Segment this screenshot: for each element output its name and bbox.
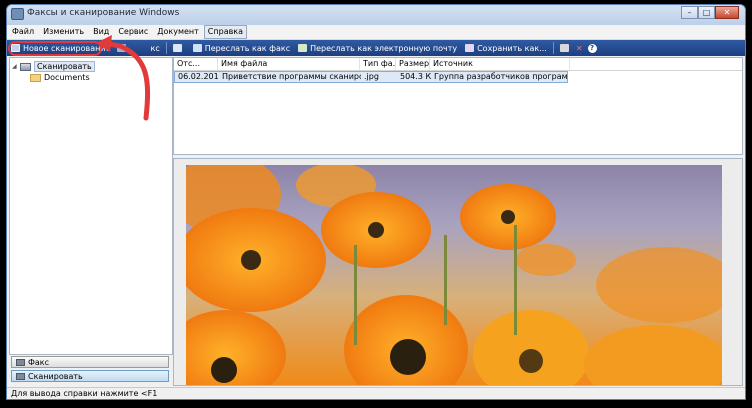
nav-scan-label: Сканировать bbox=[28, 371, 83, 381]
save-as-button[interactable]: Сохранить как... bbox=[461, 41, 551, 55]
window-title: Факсы и сканирование Windows bbox=[27, 8, 180, 18]
cell-source: Группа разработчиков программного ... bbox=[434, 72, 567, 81]
close-button[interactable]: ✕ bbox=[715, 6, 739, 19]
forward-email-label: Переслать как электронную почту bbox=[310, 43, 458, 53]
annotation-highlight bbox=[8, 41, 102, 56]
window-controls: – □ ✕ bbox=[681, 6, 739, 19]
flowers-photo bbox=[186, 165, 722, 385]
column-header-type[interactable]: Тип фа... bbox=[360, 58, 396, 70]
fax-icon bbox=[116, 44, 126, 52]
preview-image bbox=[186, 165, 722, 385]
scanner-icon bbox=[20, 62, 31, 71]
toolbar-divider bbox=[165, 42, 167, 54]
cell-type: .jpg bbox=[364, 72, 379, 81]
fax-doc-icon bbox=[172, 44, 182, 52]
menu-file[interactable]: Файл bbox=[8, 25, 38, 39]
print-button[interactable] bbox=[556, 41, 573, 55]
nav-scan[interactable]: Сканировать bbox=[11, 370, 169, 382]
print-icon bbox=[559, 44, 569, 52]
save-as-label: Сохранить как... bbox=[477, 43, 547, 53]
maximize-button[interactable]: □ bbox=[698, 6, 715, 19]
help-button[interactable]: ? bbox=[586, 41, 599, 55]
folder-tree: ◢ Сканировать Documents bbox=[9, 57, 173, 355]
toolbar: Новое сканирование кс Переслать как факс… bbox=[7, 40, 745, 56]
nav-fax[interactable]: Факс bbox=[11, 356, 169, 368]
file-list: Отс... Имя файла Тип фа... Размер Источн… bbox=[173, 57, 743, 155]
cell-filename: Приветствие программы сканирования bbox=[222, 72, 361, 81]
column-header-size[interactable]: Размер bbox=[396, 58, 430, 70]
tree-item-scan[interactable]: ◢ Сканировать bbox=[12, 61, 95, 72]
menu-view[interactable]: Вид bbox=[89, 25, 113, 39]
column-header-source[interactable]: Источник bbox=[430, 58, 570, 70]
app-icon bbox=[11, 8, 24, 20]
list-header: Отс... Имя файла Тип фа... Размер Источн… bbox=[174, 58, 742, 71]
status-text: Для вывода справки нажмите <F1 bbox=[11, 389, 158, 398]
forward-fax-label: Переслать как факс bbox=[204, 43, 291, 53]
forward-fax-button[interactable]: Переслать как факс bbox=[189, 41, 294, 55]
tree-item-label: Documents bbox=[44, 73, 90, 82]
nav-fax-label: Факс bbox=[28, 357, 50, 367]
forward-email-icon bbox=[298, 44, 308, 52]
minimize-button[interactable]: – bbox=[681, 6, 698, 19]
help-icon: ? bbox=[587, 43, 597, 53]
save-icon bbox=[465, 44, 475, 52]
column-header-date[interactable]: Отс... bbox=[174, 58, 218, 70]
collapse-icon[interactable]: ◢ bbox=[12, 63, 20, 70]
title-bar: Факсы и сканирование Windows – □ ✕ bbox=[7, 5, 745, 25]
column-header-filename[interactable]: Имя файла bbox=[218, 58, 360, 70]
preview-pane bbox=[173, 158, 743, 386]
app-window: Факсы и сканирование Windows – □ ✕ Файл … bbox=[6, 4, 746, 400]
tree-item-documents[interactable]: Documents bbox=[30, 73, 90, 82]
fax-icon bbox=[16, 358, 25, 366]
delete-button[interactable]: ✕ bbox=[573, 41, 586, 55]
tree-item-label: Сканировать bbox=[34, 61, 95, 72]
folder-icon bbox=[30, 73, 41, 82]
cell-size: 504.3 КБ bbox=[400, 72, 431, 81]
scanner-icon bbox=[16, 372, 25, 380]
delete-icon: ✕ bbox=[575, 43, 583, 53]
cell-date: 06.02.201... bbox=[178, 72, 219, 81]
menu-bar: Файл Изменить Вид Сервис Документ Справк… bbox=[7, 25, 745, 40]
fax-doc-button[interactable] bbox=[169, 41, 189, 55]
menu-help[interactable]: Справка bbox=[203, 25, 248, 39]
forward-email-button[interactable]: Переслать как электронную почту bbox=[294, 41, 461, 55]
table-row[interactable]: 06.02.201... Приветствие программы скани… bbox=[174, 71, 568, 83]
toolbar-divider bbox=[552, 42, 554, 54]
new-fax-button[interactable]: кс bbox=[115, 41, 164, 55]
menu-document[interactable]: Документ bbox=[153, 25, 203, 39]
menu-edit[interactable]: Изменить bbox=[39, 25, 88, 39]
forward-fax-icon bbox=[192, 44, 202, 52]
menu-tools[interactable]: Сервис bbox=[114, 25, 152, 39]
new-fax-label: кс bbox=[150, 43, 160, 53]
status-bar: Для вывода справки нажмите <F1 bbox=[7, 387, 745, 399]
